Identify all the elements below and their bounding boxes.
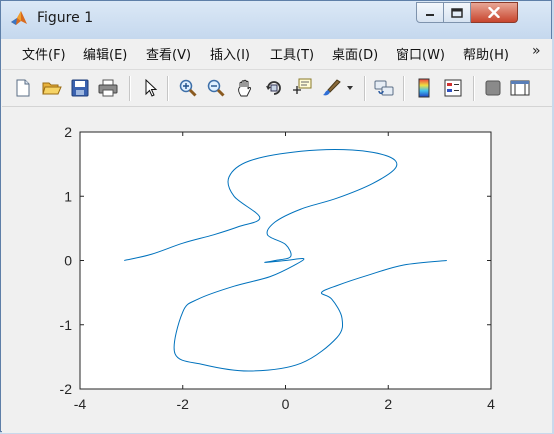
pan-button[interactable] — [235, 78, 255, 98]
new-figure-icon — [16, 79, 30, 97]
y-tick-label: -1 — [60, 317, 73, 333]
legend-icon — [444, 79, 462, 97]
matlab-icon — [11, 11, 27, 25]
colorbar-icon — [418, 78, 430, 98]
close-icon — [488, 7, 500, 18]
save-button[interactable] — [70, 78, 90, 98]
menu-edit[interactable]: 编辑(E) — [83, 44, 127, 63]
print-icon — [98, 79, 118, 97]
open-file-icon — [42, 82, 62, 95]
axes[interactable]: -4 -2 0 2 4 -2-1012 — [2, 107, 552, 433]
save-icon — [71, 79, 89, 97]
menu-help[interactable]: 帮助(H) — [463, 44, 509, 63]
x-tick-label: 2 — [384, 396, 392, 412]
toolbar-separator — [167, 76, 169, 101]
show-plot-tools-button[interactable] — [510, 78, 530, 98]
figure-toolbar — [2, 69, 552, 107]
menu-insert[interactable]: 插入(I) — [210, 44, 250, 63]
y-tick-label: 1 — [64, 188, 72, 204]
window-title: Figure 1 — [37, 10, 94, 26]
maximize-icon — [451, 7, 463, 18]
hide-plot-tools-icon — [485, 80, 501, 96]
brush-button[interactable] — [322, 78, 342, 98]
edit-plot-arrow-icon — [145, 79, 158, 97]
rotate-3d-icon — [266, 81, 281, 95]
x-tick-label: 0 — [282, 396, 290, 412]
maximize-button[interactable] — [444, 2, 471, 23]
print-button[interactable] — [98, 78, 118, 98]
legend-button[interactable] — [443, 78, 463, 98]
edit-plot-button[interactable] — [141, 78, 161, 98]
y-tick-label: 2 — [64, 124, 72, 140]
minimize-button[interactable] — [416, 2, 444, 23]
toolbar-separator — [364, 76, 366, 101]
open-file-button[interactable] — [42, 78, 62, 98]
link-plot-icon — [374, 80, 394, 96]
hide-plot-tools-button[interactable] — [483, 78, 503, 98]
zoom-in-icon — [179, 79, 197, 97]
y-tick-label: -2 — [60, 381, 73, 397]
menu-bar: 文件(F) 编辑(E) 查看(V) 插入(I) 工具(T) 桌面(D) 窗口(W… — [2, 39, 552, 69]
brush-dropdown-button[interactable] — [345, 78, 355, 98]
data-cursor-icon — [293, 78, 312, 94]
dropdown-arrow-icon — [347, 86, 353, 90]
link-plot-button[interactable] — [374, 78, 394, 98]
menu-tools[interactable]: 工具(T) — [270, 44, 314, 63]
figure-canvas[interactable]: -4 -2 0 2 4 -2 -1 0 1 2 — [2, 107, 552, 433]
zoom-out-button[interactable] — [206, 78, 226, 98]
title-bar[interactable]: Figure 1 — [1, 1, 551, 39]
toolbar-separator — [473, 76, 475, 101]
y-tick-label: 0 — [64, 253, 72, 269]
x-tick-label: 4 — [487, 396, 495, 412]
close-button[interactable] — [471, 2, 518, 23]
menu-view[interactable]: 查看(V) — [146, 44, 191, 63]
menu-overflow-chevron[interactable]: » — [532, 43, 541, 59]
rotate-3d-button[interactable] — [264, 78, 284, 98]
colorbar-button[interactable] — [414, 78, 434, 98]
menu-file[interactable]: 文件(F) — [22, 44, 66, 63]
brush-icon — [323, 79, 341, 96]
toolbar-separator — [129, 76, 131, 101]
pan-icon — [238, 79, 252, 97]
menu-window[interactable]: 窗口(W) — [396, 44, 445, 63]
toolbar-separator — [403, 76, 405, 101]
minimize-icon — [426, 13, 434, 16]
new-figure-button[interactable] — [13, 78, 33, 98]
figure-window: Figure 1 文件(F) 编辑(E) 查看(V) 插入(I) 工具(T) 桌… — [0, 0, 552, 433]
zoom-out-icon — [207, 79, 225, 97]
data-cursor-button[interactable] — [292, 78, 312, 98]
x-tick-label: -4 — [74, 396, 87, 412]
menu-desktop[interactable]: 桌面(D) — [332, 44, 378, 63]
zoom-in-button[interactable] — [178, 78, 198, 98]
show-plot-tools-icon — [510, 80, 530, 96]
x-tick-label: -2 — [177, 396, 190, 412]
